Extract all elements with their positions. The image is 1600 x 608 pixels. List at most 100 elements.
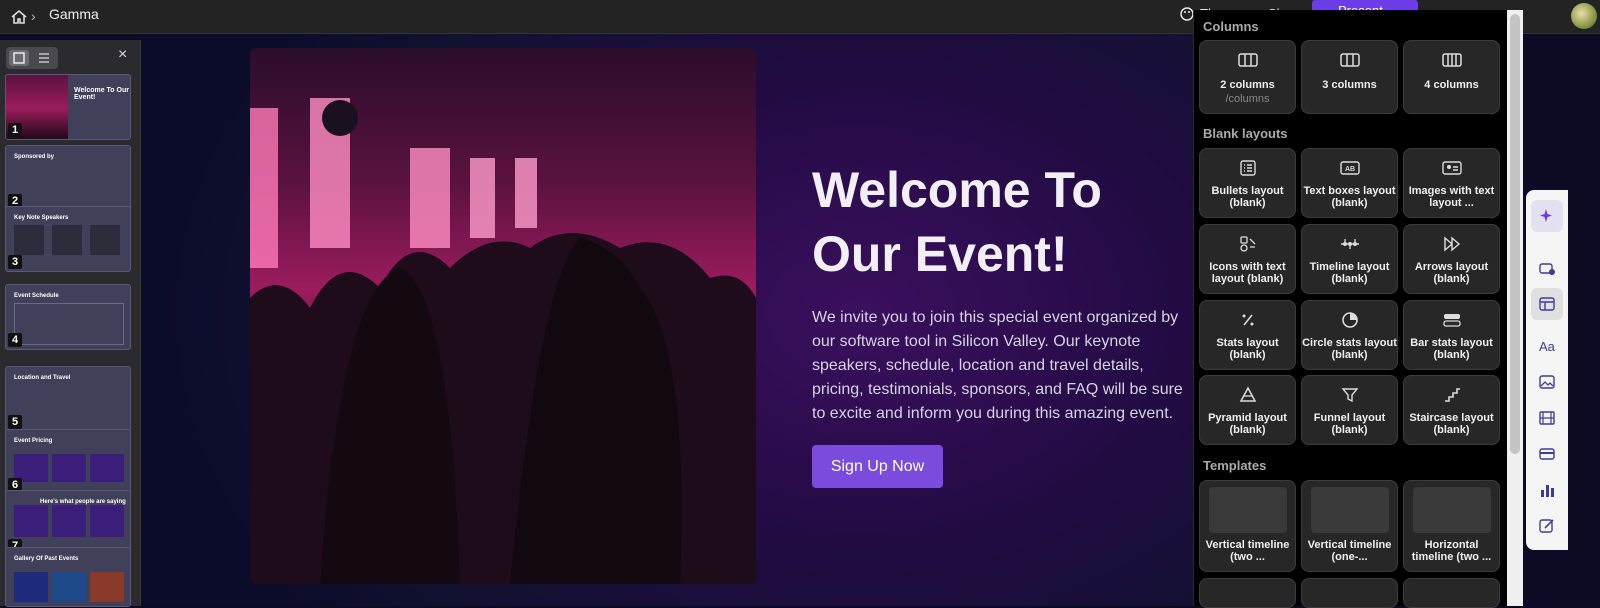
card-label: Pyramid layout (blank) <box>1208 412 1287 436</box>
chevron-right-icon: › <box>31 8 36 24</box>
funnel-icon <box>1341 388 1358 403</box>
list-view-icon[interactable] <box>34 50 54 66</box>
chart-icon[interactable] <box>1531 474 1563 506</box>
card-label: Horizontal timeline (two ... <box>1411 539 1492 563</box>
card-label: Funnel layout (blank) <box>1313 412 1386 436</box>
card-label: Bullets layout (blank) <box>1211 185 1284 209</box>
percent-icon <box>1242 314 1253 326</box>
slide-thumb-title: Event Pricing <box>14 438 53 444</box>
layout-card-4-columns[interactable]: 4 columns <box>1403 40 1500 114</box>
doc-title[interactable]: Gamma <box>49 6 99 22</box>
template-preview <box>1310 487 1389 533</box>
slide-number: 4 <box>8 333 22 347</box>
crowd-silhouette <box>250 98 756 584</box>
slide-thumbnail[interactable]: Welcome To Our Event! 1 <box>5 74 131 140</box>
slide-thumbnail[interactable]: Sponsored by 2 <box>5 145 131 211</box>
home-icon[interactable] <box>8 6 30 28</box>
slide-body-text[interactable]: We invite you to join this special event… <box>812 306 1192 426</box>
slide-thumb-title: Sponsored by <box>14 154 55 160</box>
staircase-layout-card[interactable]: Staircase layout (blank) <box>1403 375 1500 445</box>
slide-headline[interactable]: Welcome To Our Event! <box>812 158 1192 286</box>
pyramid-icon <box>1239 386 1256 402</box>
slides-sidebar: × Welcome To Our Event! 1 Sponsored by 2… <box>0 40 141 607</box>
text-boxes-icon: AB <box>1339 161 1360 175</box>
insert-layout-panel: Columns 2 columns /columns 3 columns 4 c… <box>1193 10 1508 608</box>
panel-scrollbar[interactable] <box>1507 10 1523 606</box>
card-label: Stats layout (blank) <box>1216 337 1279 361</box>
circle-stats-layout-card[interactable]: Circle stats layout (blank) <box>1301 300 1398 370</box>
slide-thumbnail[interactable]: Gallery Of Past Events <box>5 547 131 607</box>
ai-sparkle-icon[interactable] <box>1531 200 1563 232</box>
template-card[interactable]: Vertical timeline (two ... <box>1199 480 1296 572</box>
slide-thumb-title: Location and Travel <box>14 375 71 381</box>
scrollbar-thumb[interactable] <box>1510 14 1520 454</box>
slide-thumb-title: Welcome To Our Event! <box>74 87 129 101</box>
funnel-layout-card[interactable]: Funnel layout (blank) <box>1301 375 1398 445</box>
template-preview <box>1412 487 1491 533</box>
template-card[interactable] <box>1403 578 1500 608</box>
sign-up-button[interactable]: Sign Up Now <box>812 445 943 488</box>
template-card[interactable]: Vertical timeline (one-... <box>1301 480 1398 572</box>
add-card-icon[interactable] <box>1531 252 1563 284</box>
layout-card-2-columns[interactable]: 2 columns /columns <box>1199 40 1296 114</box>
video-icon[interactable] <box>1531 402 1563 434</box>
columns-heading: Columns <box>1203 19 1259 34</box>
slide-number: 1 <box>8 123 22 137</box>
card-label: Icons with text layout (blank) <box>1209 261 1286 285</box>
slide-thumb-title: Key Note Speakers <box>14 215 69 221</box>
svg-text:AB: AB <box>1345 166 1355 173</box>
layout-icon[interactable] <box>1531 288 1563 320</box>
bullets-layout-card[interactable]: Bullets layout (blank) <box>1199 148 1296 218</box>
avatar[interactable] <box>1571 3 1597 29</box>
arrows-layout-card[interactable]: Arrows layout (blank) <box>1403 224 1500 294</box>
card-label: Vertical timeline (one-... <box>1307 539 1392 563</box>
timeline-layout-card[interactable]: Timeline layout (blank) <box>1301 224 1398 294</box>
slide-thumb-title: Event Schedule <box>14 293 59 299</box>
card-label: Circle stats layout (blank) <box>1302 337 1397 361</box>
card-label: Text boxes layout (blank) <box>1303 185 1396 209</box>
embed-icon[interactable] <box>1531 438 1563 470</box>
card-label: Timeline layout (blank) <box>1309 261 1390 285</box>
bullets-icon <box>1239 160 1256 176</box>
blank-layouts-heading: Blank layouts <box>1203 126 1288 141</box>
image-text-icon <box>1441 161 1462 175</box>
timeline-icon <box>1340 239 1359 249</box>
template-card[interactable] <box>1199 578 1296 608</box>
card-label: 3 columns <box>1322 79 1377 91</box>
slide-number: 3 <box>8 255 22 269</box>
slide-thumbnail[interactable]: Event Schedule 4 <box>5 284 131 350</box>
text-boxes-layout-card[interactable]: AB Text boxes layout (blank) <box>1301 148 1398 218</box>
slide-thumbnail[interactable]: Key Note Speakers 3 <box>5 206 131 272</box>
pyramid-layout-card[interactable]: Pyramid layout (blank) <box>1199 375 1296 445</box>
layout-card-3-columns[interactable]: 3 columns <box>1301 40 1398 114</box>
svg-text:Aa: Aa <box>1539 339 1556 354</box>
concert-image[interactable] <box>250 48 756 584</box>
card-label: Images with text layout ... <box>1408 185 1495 209</box>
images-with-text-layout-card[interactable]: Images with text layout ... <box>1403 148 1500 218</box>
view-toggle <box>6 47 58 69</box>
circle-stats-icon <box>1341 312 1358 328</box>
columns-icon <box>1237 53 1258 67</box>
card-label: Bar stats layout (blank) <box>1410 337 1493 361</box>
text-icon[interactable]: Aa <box>1531 330 1563 362</box>
template-card[interactable]: Horizontal timeline (two ... <box>1403 480 1500 572</box>
staircase-icon <box>1444 388 1460 402</box>
slide-thumbnail[interactable]: Event Pricing 6 <box>5 429 131 495</box>
edit-icon[interactable] <box>1531 510 1563 542</box>
bar-stats-layout-card[interactable]: Bar stats layout (blank) <box>1403 300 1500 370</box>
image-icon[interactable] <box>1531 366 1563 398</box>
card-label: 2 columns <box>1220 79 1275 91</box>
slide-thumb-title: Gallery Of Past Events <box>14 556 79 562</box>
template-card[interactable] <box>1301 578 1398 608</box>
slide-thumbnail[interactable]: Location and Travel 5 <box>5 366 131 432</box>
right-toolbar: Aa <box>1526 190 1568 550</box>
stats-layout-card[interactable]: Stats layout (blank) <box>1199 300 1296 370</box>
close-icon[interactable]: × <box>118 46 127 64</box>
columns-icon <box>1339 53 1360 67</box>
thumbnail-view-icon[interactable] <box>9 50 29 66</box>
card-label: Vertical timeline (two ... <box>1205 539 1290 563</box>
columns-icon <box>1441 53 1462 67</box>
palette-icon <box>1180 6 1194 21</box>
slide-number: 5 <box>8 415 22 429</box>
icons-with-text-layout-card[interactable]: Icons with text layout (blank) <box>1199 224 1296 294</box>
